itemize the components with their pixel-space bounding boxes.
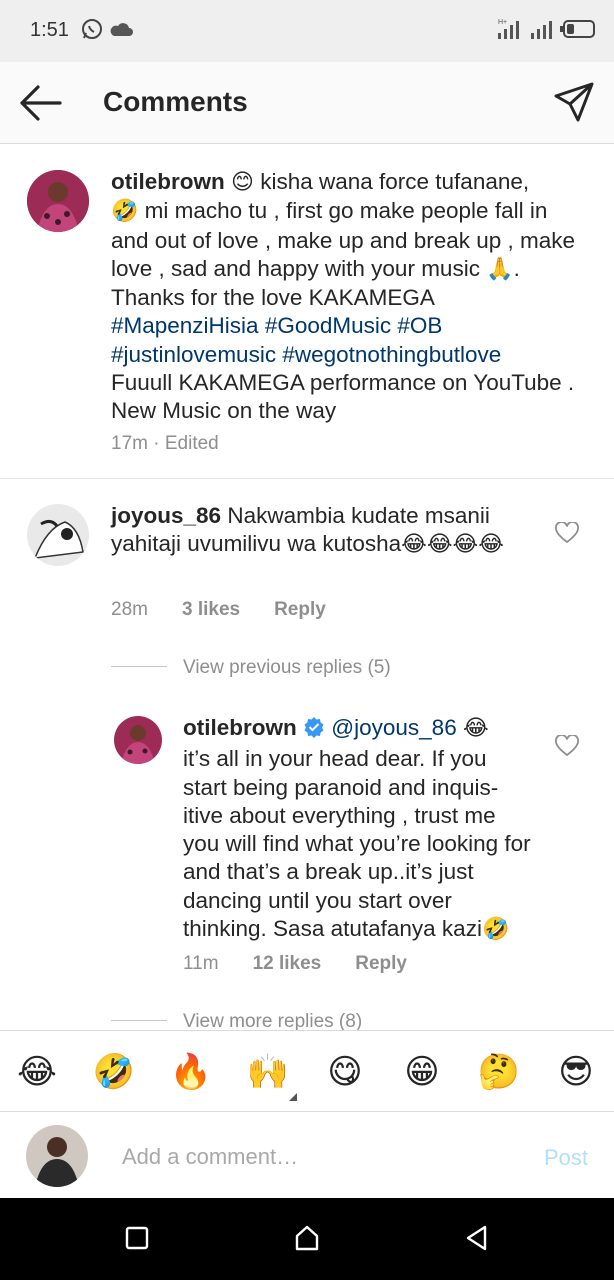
back-button[interactable] <box>16 80 64 126</box>
status-bar: 1:51 H+ <box>0 0 614 62</box>
back-nav-button[interactable] <box>457 1220 497 1260</box>
caption-text: otilebrown 😊 kisha wana force tufanane, 🤣… <box>111 169 576 424</box>
reply-text: otilebrown @joyous_86 😂 it’s all in your … <box>183 715 531 943</box>
comment-time: 28m <box>111 599 148 620</box>
reply-time: 11m <box>183 953 219 974</box>
page-title: Comments <box>103 86 248 117</box>
pray-emoji: 🙏 <box>486 256 514 282</box>
comment-likes[interactable]: 3 likes <box>182 599 240 621</box>
hashtags-line-1[interactable]: #MapenziHisia #GoodMusic #OB <box>111 313 442 338</box>
signal-icon <box>530 18 552 45</box>
svg-text:H+: H+ <box>498 19 507 26</box>
reply-line <box>111 1020 167 1021</box>
battery-icon <box>560 19 596 44</box>
caption-time: 17m <box>111 433 148 454</box>
reply-like-button[interactable] <box>555 734 579 757</box>
emoji-button-joy[interactable]: 😂 <box>14 1051 60 1093</box>
emoji-button-rofl[interactable]: 🤣 <box>91 1051 137 1093</box>
reply-reply-button[interactable]: Reply <box>355 953 407 975</box>
recent-apps-button[interactable] <box>117 1220 157 1260</box>
comments-list[interactable]: otilebrown 😊 kisha wana force tufanane, 🤣… <box>0 144 614 1030</box>
emoji-button-thinking[interactable]: 🤔 <box>476 1051 522 1093</box>
recent-apps-icon <box>124 1225 150 1256</box>
reply-likes[interactable]: 12 likes <box>253 953 322 975</box>
verified-badge-icon <box>303 716 325 745</box>
comment-composer: Post <box>0 1112 614 1198</box>
comment-text: joyous_86 Nakwambia kudate msanii yahita… <box>111 503 504 558</box>
direct-message-button[interactable] <box>552 80 596 124</box>
home-icon <box>293 1224 321 1257</box>
comment-avatar[interactable] <box>27 504 89 566</box>
back-icon <box>463 1224 491 1257</box>
direct-message-icon <box>552 82 596 128</box>
view-more-replies[interactable]: View more replies (8) <box>183 1011 362 1030</box>
reply-meta: 11m 12 likes Reply <box>183 953 407 975</box>
smile-emoji: 😊 <box>231 170 254 195</box>
caption-divider <box>0 478 614 479</box>
header: Comments <box>0 62 614 144</box>
comment-username[interactable]: joyous_86 <box>111 503 221 528</box>
emoji-button-raised-hands[interactable]: 🙌 <box>245 1051 291 1093</box>
comment-input[interactable] <box>122 1142 502 1172</box>
reply-username[interactable]: otilebrown <box>183 715 297 740</box>
reply-line <box>111 666 167 667</box>
caption-edited: Edited <box>164 433 219 454</box>
caption-meta: 17m · Edited <box>111 433 219 454</box>
post-button[interactable]: Post <box>544 1145 588 1171</box>
view-previous-replies[interactable]: View previous replies (5) <box>183 657 391 679</box>
user-avatar <box>26 1125 88 1187</box>
whatsapp-icon <box>80 17 104 46</box>
rofl-emoji: 🤣 <box>481 917 510 943</box>
emoji-button-yum[interactable]: 😋 <box>322 1051 368 1093</box>
heart-icon <box>555 734 579 761</box>
joy-emoji: 😂 <box>462 716 489 741</box>
cloud-icon <box>108 19 134 44</box>
emoji-button-sunglasses[interactable]: 😎 <box>553 1051 599 1093</box>
status-indicators: H+ <box>496 16 596 46</box>
emoji-variant-indicator <box>289 1093 297 1101</box>
reply-mention[interactable]: @joyous_86 <box>331 715 456 740</box>
caption-username[interactable]: otilebrown <box>111 169 225 194</box>
comment-meta: 28m 3 likes Reply <box>111 599 326 621</box>
rofl-emoji: 🤣 <box>111 199 139 225</box>
heart-icon <box>555 521 579 548</box>
caption-avatar[interactable] <box>27 170 89 232</box>
comment-like-button[interactable] <box>555 521 579 544</box>
status-notifications <box>80 16 134 46</box>
emoji-button-grin[interactable]: 😁 <box>399 1051 445 1093</box>
joy-emoji-group: 😂😂😂😂 <box>401 532 504 558</box>
emoji-button-fire[interactable]: 🔥 <box>168 1051 214 1093</box>
hplus-signal-icon: H+ <box>496 17 522 46</box>
emoji-quick-bar: 😂 🤣 🔥 🙌 😋 😁 🤔 😎 <box>0 1030 614 1112</box>
back-arrow-icon <box>16 85 64 130</box>
hashtags-line-2[interactable]: #justinlovemusic #wegotnothingbutlove <box>111 342 501 367</box>
status-time: 1:51 <box>30 19 69 41</box>
comment-reply-button[interactable]: Reply <box>274 599 326 621</box>
reply-avatar[interactable] <box>114 716 162 764</box>
system-nav-bar <box>0 1198 614 1280</box>
home-button[interactable] <box>287 1220 327 1260</box>
